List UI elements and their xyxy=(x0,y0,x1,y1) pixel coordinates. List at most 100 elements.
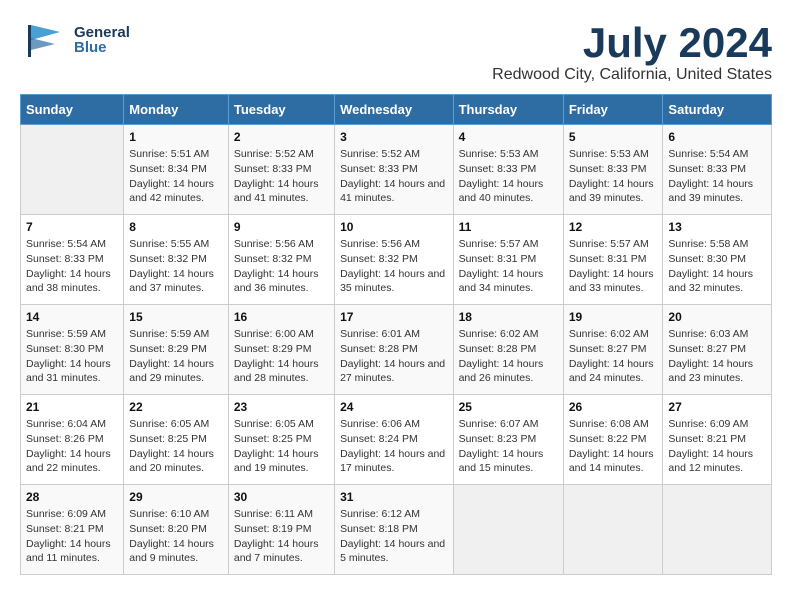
calendar-cell xyxy=(21,125,124,215)
day-info: Sunrise: 6:02 AM Sunset: 8:28 PM Dayligh… xyxy=(459,327,558,386)
sunrise-text: Sunrise: 5:59 AM xyxy=(129,327,223,342)
day-info: Sunrise: 6:10 AM Sunset: 8:20 PM Dayligh… xyxy=(129,507,223,566)
daylight-text: Daylight: 14 hours and 41 minutes. xyxy=(234,177,329,206)
calendar-week-row: 7 Sunrise: 5:54 AM Sunset: 8:33 PM Dayli… xyxy=(21,215,772,305)
sunrise-text: Sunrise: 6:06 AM xyxy=(340,417,447,432)
sunrise-text: Sunrise: 6:09 AM xyxy=(26,507,118,522)
sunrise-text: Sunrise: 6:05 AM xyxy=(129,417,223,432)
sunrise-text: Sunrise: 6:11 AM xyxy=(234,507,329,522)
sunrise-text: Sunrise: 6:08 AM xyxy=(569,417,658,432)
sunset-text: Sunset: 8:33 PM xyxy=(569,162,658,177)
sunrise-text: Sunrise: 5:53 AM xyxy=(459,147,558,162)
daylight-text: Daylight: 14 hours and 40 minutes. xyxy=(459,177,558,206)
calendar-cell: 18 Sunrise: 6:02 AM Sunset: 8:28 PM Dayl… xyxy=(453,305,563,395)
day-info: Sunrise: 6:03 AM Sunset: 8:27 PM Dayligh… xyxy=(668,327,766,386)
day-number: 23 xyxy=(234,400,329,414)
sunset-text: Sunset: 8:27 PM xyxy=(668,342,766,357)
sunset-text: Sunset: 8:23 PM xyxy=(459,432,558,447)
calendar-cell: 16 Sunrise: 6:00 AM Sunset: 8:29 PM Dayl… xyxy=(228,305,334,395)
calendar-week-row: 21 Sunrise: 6:04 AM Sunset: 8:26 PM Dayl… xyxy=(21,395,772,485)
day-info: Sunrise: 5:53 AM Sunset: 8:33 PM Dayligh… xyxy=(459,147,558,206)
calendar-cell: 30 Sunrise: 6:11 AM Sunset: 8:19 PM Dayl… xyxy=(228,485,334,575)
header-wednesday: Wednesday xyxy=(335,95,453,125)
daylight-text: Daylight: 14 hours and 38 minutes. xyxy=(26,267,118,296)
logo: General Blue xyxy=(20,20,130,60)
day-number: 17 xyxy=(340,310,447,324)
sunrise-text: Sunrise: 5:56 AM xyxy=(340,237,447,252)
daylight-text: Daylight: 14 hours and 31 minutes. xyxy=(26,357,118,386)
sunset-text: Sunset: 8:21 PM xyxy=(26,522,118,537)
calendar-cell: 1 Sunrise: 5:51 AM Sunset: 8:34 PM Dayli… xyxy=(124,125,229,215)
day-info: Sunrise: 6:05 AM Sunset: 8:25 PM Dayligh… xyxy=(129,417,223,476)
day-number: 15 xyxy=(129,310,223,324)
day-info: Sunrise: 5:59 AM Sunset: 8:30 PM Dayligh… xyxy=(26,327,118,386)
calendar-cell: 8 Sunrise: 5:55 AM Sunset: 8:32 PM Dayli… xyxy=(124,215,229,305)
sunrise-text: Sunrise: 6:02 AM xyxy=(459,327,558,342)
sunrise-text: Sunrise: 6:00 AM xyxy=(234,327,329,342)
day-number: 5 xyxy=(569,130,658,144)
sunrise-text: Sunrise: 5:55 AM xyxy=(129,237,223,252)
day-number: 22 xyxy=(129,400,223,414)
sunset-text: Sunset: 8:31 PM xyxy=(569,252,658,267)
calendar-cell: 9 Sunrise: 5:56 AM Sunset: 8:32 PM Dayli… xyxy=(228,215,334,305)
day-info: Sunrise: 5:56 AM Sunset: 8:32 PM Dayligh… xyxy=(340,237,447,296)
daylight-text: Daylight: 14 hours and 39 minutes. xyxy=(668,177,766,206)
sunrise-text: Sunrise: 5:54 AM xyxy=(668,147,766,162)
sunset-text: Sunset: 8:20 PM xyxy=(129,522,223,537)
day-number: 31 xyxy=(340,490,447,504)
sunset-text: Sunset: 8:19 PM xyxy=(234,522,329,537)
day-number: 16 xyxy=(234,310,329,324)
sunrise-text: Sunrise: 6:05 AM xyxy=(234,417,329,432)
daylight-text: Daylight: 14 hours and 39 minutes. xyxy=(569,177,658,206)
daylight-text: Daylight: 14 hours and 41 minutes. xyxy=(340,177,447,206)
day-info: Sunrise: 5:57 AM Sunset: 8:31 PM Dayligh… xyxy=(459,237,558,296)
calendar-cell: 23 Sunrise: 6:05 AM Sunset: 8:25 PM Dayl… xyxy=(228,395,334,485)
sunrise-text: Sunrise: 5:52 AM xyxy=(234,147,329,162)
sunrise-text: Sunrise: 6:09 AM xyxy=(668,417,766,432)
daylight-text: Daylight: 14 hours and 19 minutes. xyxy=(234,447,329,476)
day-number: 24 xyxy=(340,400,447,414)
day-number: 1 xyxy=(129,130,223,144)
day-info: Sunrise: 6:09 AM Sunset: 8:21 PM Dayligh… xyxy=(668,417,766,476)
calendar-cell: 27 Sunrise: 6:09 AM Sunset: 8:21 PM Dayl… xyxy=(663,395,772,485)
daylight-text: Daylight: 14 hours and 32 minutes. xyxy=(668,267,766,296)
sunrise-text: Sunrise: 5:52 AM xyxy=(340,147,447,162)
calendar-cell: 21 Sunrise: 6:04 AM Sunset: 8:26 PM Dayl… xyxy=(21,395,124,485)
day-info: Sunrise: 5:52 AM Sunset: 8:33 PM Dayligh… xyxy=(340,147,447,206)
day-number: 6 xyxy=(668,130,766,144)
day-info: Sunrise: 5:55 AM Sunset: 8:32 PM Dayligh… xyxy=(129,237,223,296)
day-info: Sunrise: 5:57 AM Sunset: 8:31 PM Dayligh… xyxy=(569,237,658,296)
daylight-text: Daylight: 14 hours and 33 minutes. xyxy=(569,267,658,296)
daylight-text: Daylight: 14 hours and 14 minutes. xyxy=(569,447,658,476)
calendar-cell: 3 Sunrise: 5:52 AM Sunset: 8:33 PM Dayli… xyxy=(335,125,453,215)
sunrise-text: Sunrise: 5:58 AM xyxy=(668,237,766,252)
daylight-text: Daylight: 14 hours and 37 minutes. xyxy=(129,267,223,296)
calendar-table: SundayMondayTuesdayWednesdayThursdayFrid… xyxy=(20,94,772,575)
day-number: 14 xyxy=(26,310,118,324)
logo-text: General Blue xyxy=(74,25,130,55)
sunset-text: Sunset: 8:27 PM xyxy=(569,342,658,357)
calendar-cell: 29 Sunrise: 6:10 AM Sunset: 8:20 PM Dayl… xyxy=(124,485,229,575)
sunset-text: Sunset: 8:33 PM xyxy=(459,162,558,177)
day-info: Sunrise: 6:04 AM Sunset: 8:26 PM Dayligh… xyxy=(26,417,118,476)
sunset-text: Sunset: 8:33 PM xyxy=(26,252,118,267)
sunset-text: Sunset: 8:32 PM xyxy=(340,252,447,267)
calendar-cell: 10 Sunrise: 5:56 AM Sunset: 8:32 PM Dayl… xyxy=(335,215,453,305)
day-number: 13 xyxy=(668,220,766,234)
day-info: Sunrise: 6:08 AM Sunset: 8:22 PM Dayligh… xyxy=(569,417,658,476)
sunrise-text: Sunrise: 6:01 AM xyxy=(340,327,447,342)
daylight-text: Daylight: 14 hours and 36 minutes. xyxy=(234,267,329,296)
calendar-cell: 2 Sunrise: 5:52 AM Sunset: 8:33 PM Dayli… xyxy=(228,125,334,215)
sunset-text: Sunset: 8:22 PM xyxy=(569,432,658,447)
day-number: 27 xyxy=(668,400,766,414)
calendar-week-row: 14 Sunrise: 5:59 AM Sunset: 8:30 PM Dayl… xyxy=(21,305,772,395)
daylight-text: Daylight: 14 hours and 34 minutes. xyxy=(459,267,558,296)
calendar-cell: 5 Sunrise: 5:53 AM Sunset: 8:33 PM Dayli… xyxy=(563,125,663,215)
calendar-cell: 7 Sunrise: 5:54 AM Sunset: 8:33 PM Dayli… xyxy=(21,215,124,305)
day-number: 2 xyxy=(234,130,329,144)
calendar-cell: 20 Sunrise: 6:03 AM Sunset: 8:27 PM Dayl… xyxy=(663,305,772,395)
daylight-text: Daylight: 14 hours and 12 minutes. xyxy=(668,447,766,476)
day-info: Sunrise: 6:01 AM Sunset: 8:28 PM Dayligh… xyxy=(340,327,447,386)
page-subtitle: Redwood City, California, United States xyxy=(492,66,772,84)
page-title: July 2024 xyxy=(492,20,772,66)
